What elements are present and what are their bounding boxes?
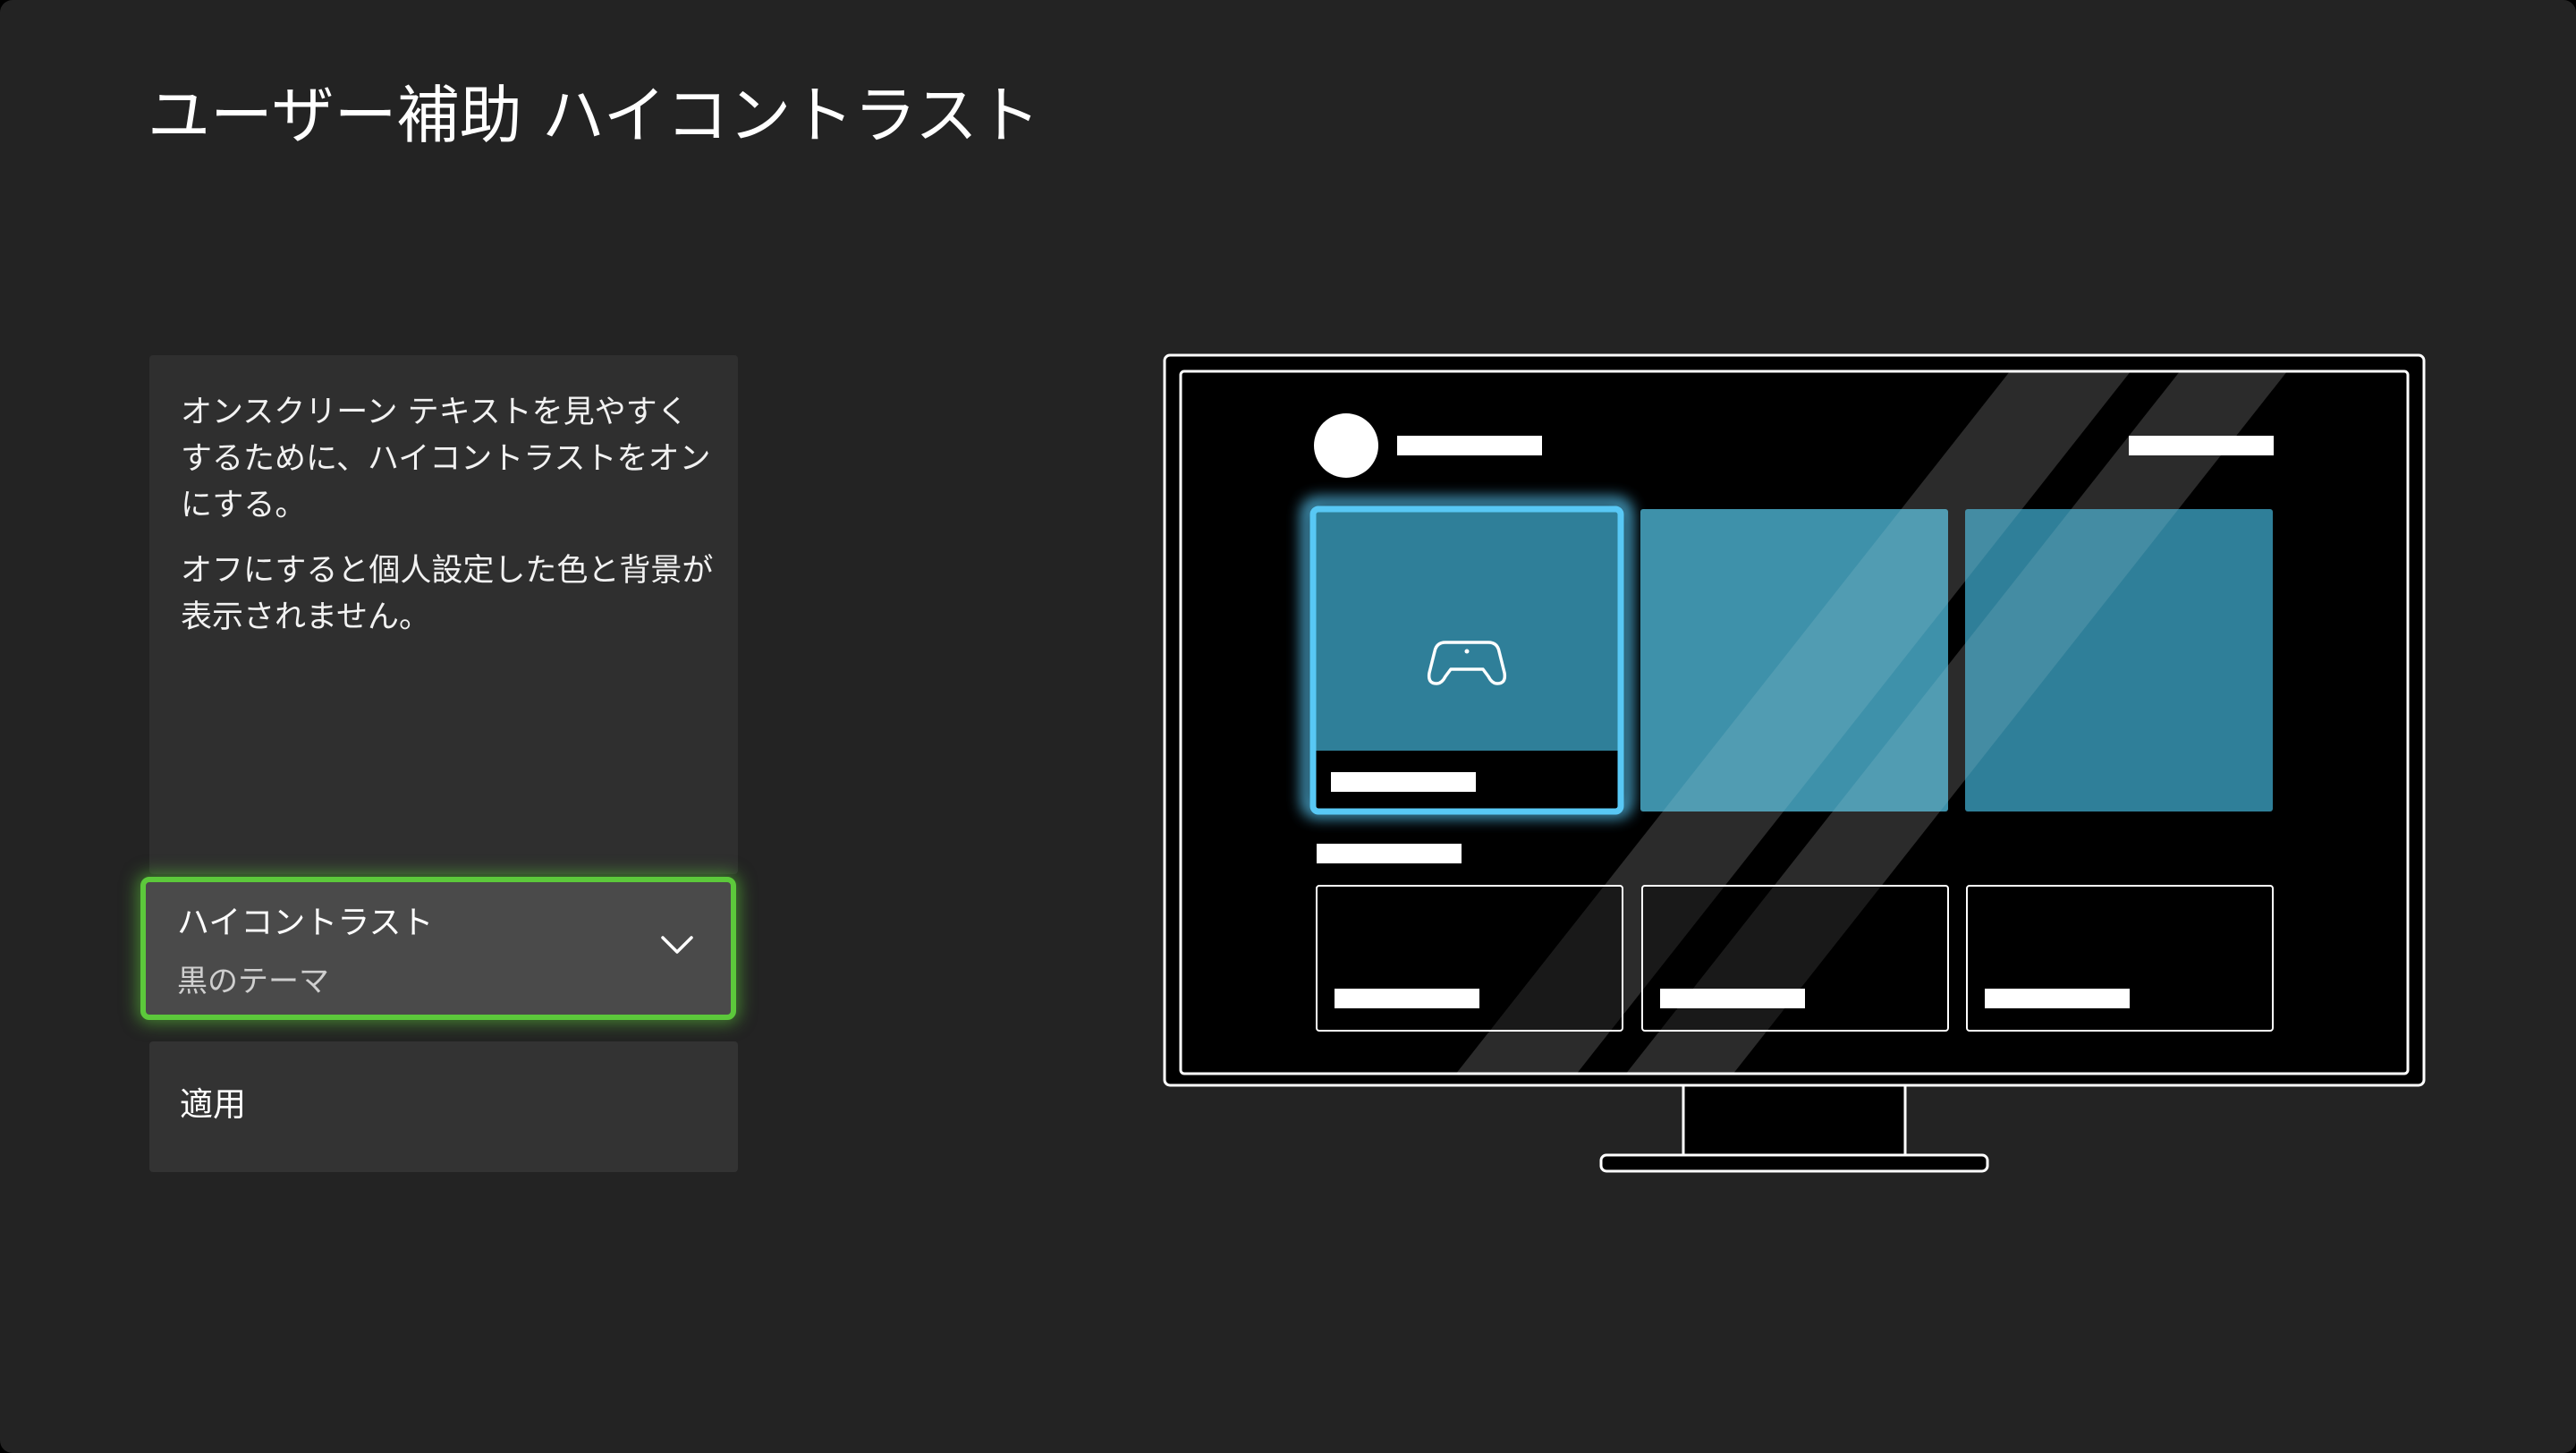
bottom-tile-1	[1316, 885, 1623, 1032]
tv-preview-illustration	[1163, 353, 2426, 1173]
bottom-tile-3	[1966, 885, 2274, 1032]
bottom-tile-2-caption	[1660, 989, 1805, 1008]
apply-button-label: 適用	[180, 1085, 246, 1124]
dropdown-label: ハイコントラスト	[177, 905, 434, 941]
bottom-tile-1-caption	[1335, 989, 1479, 1008]
header-title-bar	[1397, 436, 1542, 455]
description-paragraph-2: オフにすると個人設定した色と背景が表示されません。	[181, 553, 714, 635]
chevron-down-icon	[661, 936, 693, 954]
settings-panel: オンスクリーン テキストを見やすくするために、ハイコントラストをオンにする。 オ…	[140, 355, 738, 1172]
apply-button[interactable]: 適用	[149, 1041, 738, 1172]
bottom-tile-3-caption	[1985, 989, 2130, 1008]
xbox-settings-screen: ユーザー補助 ハイコントラスト オンスクリーン テキストを見やすくするために、ハ…	[0, 0, 2576, 1453]
description-paragraph-1: オンスクリーン テキストを見やすくするために、ハイコントラストをオンにする。	[181, 395, 711, 523]
avatar	[1314, 413, 1378, 478]
bottom-tile-2	[1641, 885, 1949, 1032]
description-card: オンスクリーン テキストを見やすくするために、ハイコントラストをオンにする。 オ…	[149, 355, 738, 874]
dropdown-selected-value: 黒のテーマ	[177, 964, 329, 999]
high-contrast-dropdown[interactable]: ハイコントラスト 黒のテーマ	[140, 877, 736, 1020]
section-label-bar	[1317, 844, 1462, 863]
page-title: ユーザー補助 ハイコントラスト	[148, 79, 1041, 152]
tv-stand	[1599, 1080, 1989, 1173]
focused-tile-caption-bar	[1331, 772, 1476, 792]
